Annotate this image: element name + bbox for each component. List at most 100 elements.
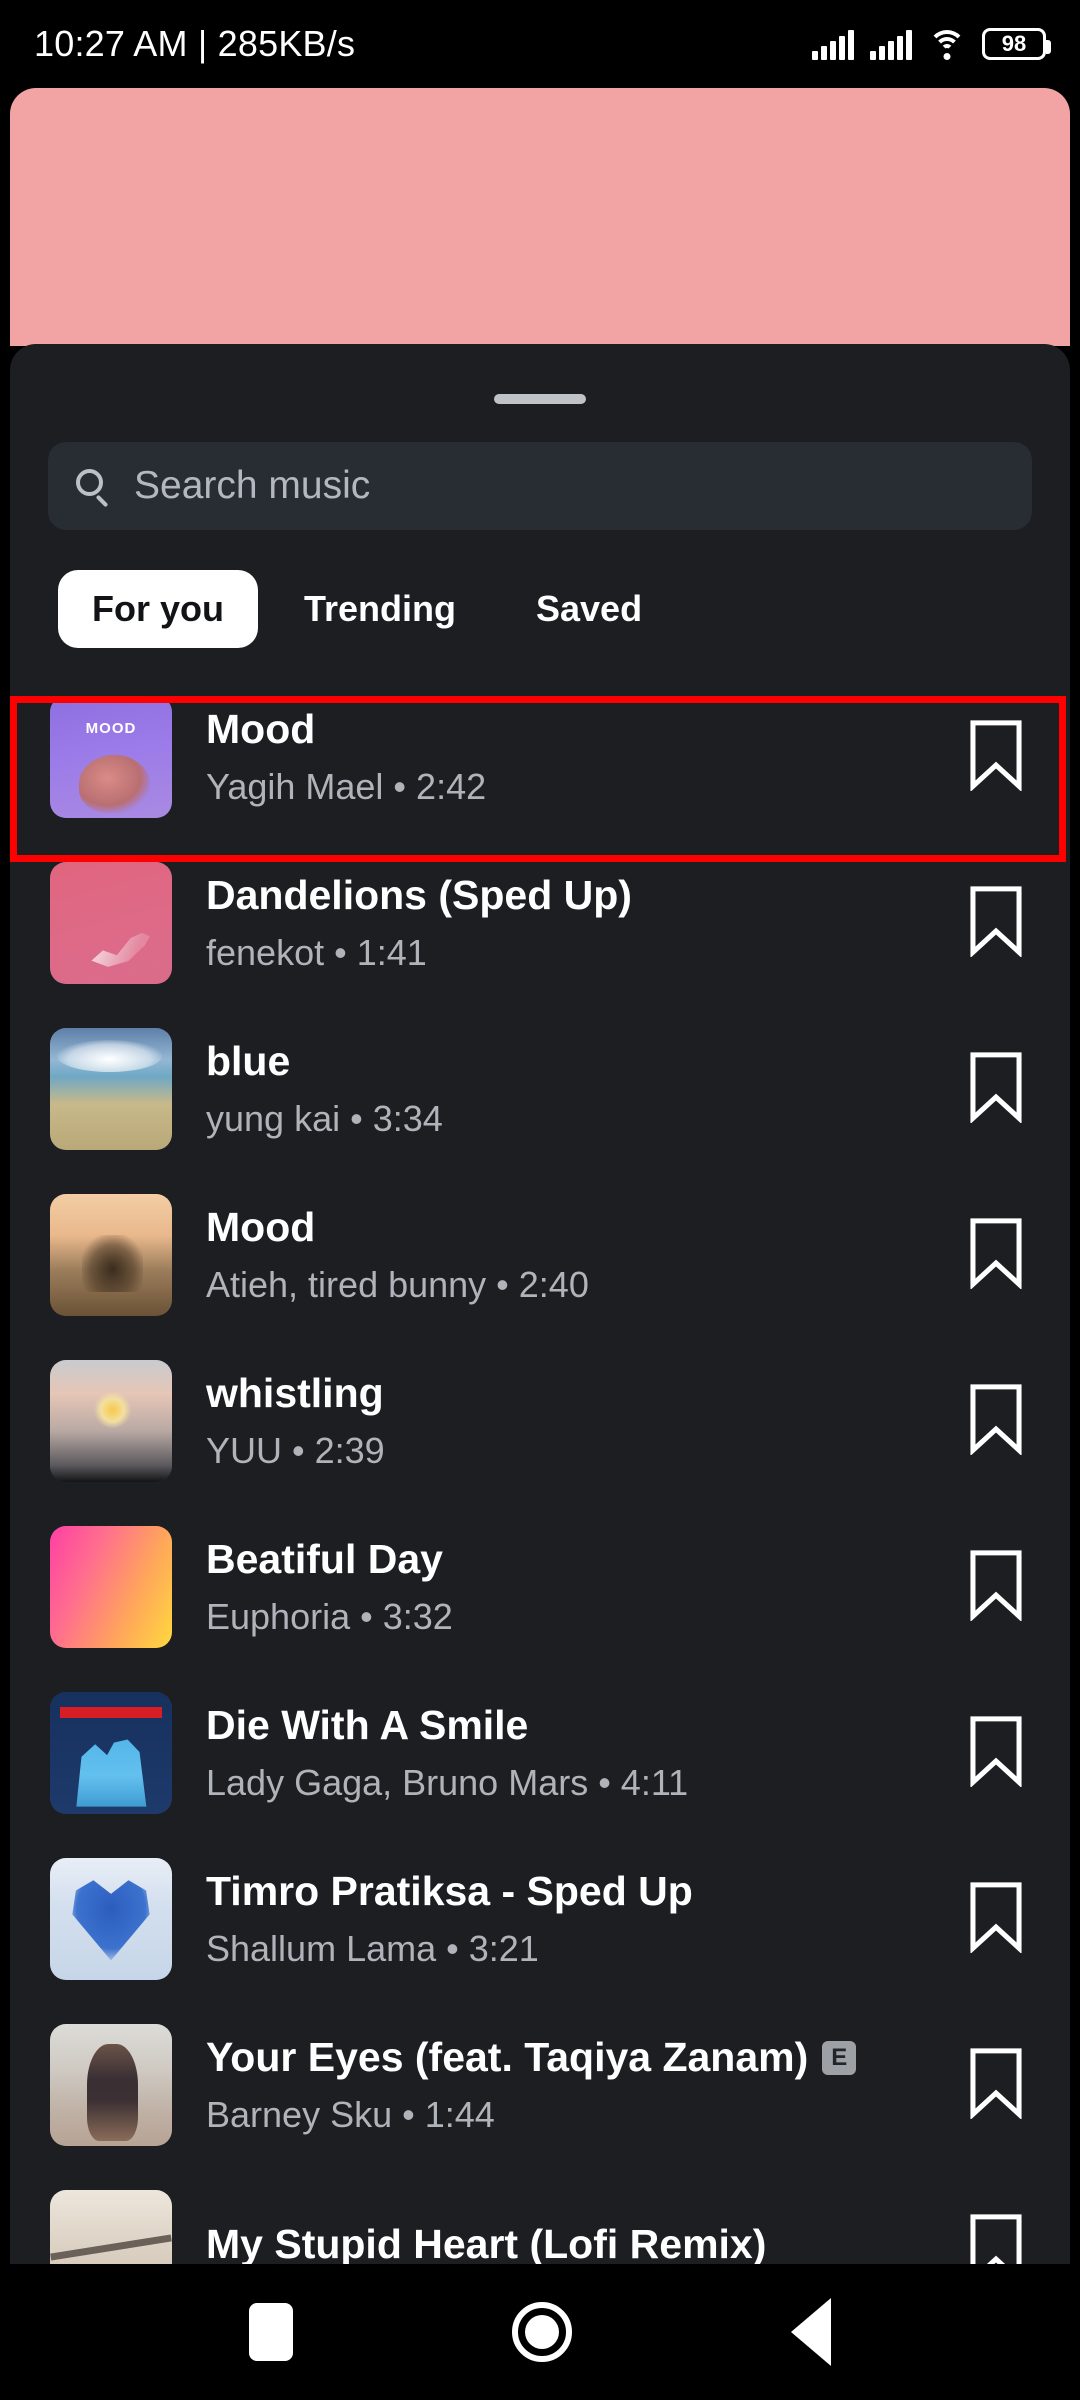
signal-icon bbox=[812, 30, 854, 60]
bookmark-icon bbox=[970, 2047, 1022, 2120]
track-artwork bbox=[50, 1526, 172, 1648]
track-artwork bbox=[50, 1028, 172, 1150]
track-subtitle: Barney Sku • 1:44 bbox=[206, 2093, 495, 2135]
track-title-line: Your Eyes (feat. Taqiya Zanam) E bbox=[206, 2034, 966, 2081]
track-row[interactable]: Dandelions (Sped Up) fenekot • 1:41 bbox=[10, 840, 1070, 1006]
tab-saved[interactable]: Saved bbox=[502, 570, 676, 648]
track-title-line: My Stupid Heart (Lofi Remix) bbox=[206, 2221, 966, 2264]
track-subtitle: Lady Gaga, Bruno Mars • 4:11 bbox=[206, 1761, 689, 1803]
bookmark-button[interactable] bbox=[966, 1715, 1026, 1792]
track-artwork bbox=[50, 1692, 172, 1814]
track-title: Mood bbox=[206, 706, 316, 753]
track-title: My Stupid Heart (Lofi Remix) bbox=[206, 2221, 767, 2264]
signal-icon bbox=[870, 30, 912, 60]
search-icon bbox=[76, 469, 110, 508]
track-artwork bbox=[50, 1360, 172, 1482]
track-title-line: blue bbox=[206, 1038, 966, 1085]
track-artwork bbox=[50, 1858, 172, 1980]
track-row[interactable]: MOOD Mood Yagih Mael • 2:42 bbox=[10, 674, 1070, 840]
bookmark-button[interactable] bbox=[966, 719, 1026, 796]
back-button[interactable] bbox=[790, 2298, 831, 2366]
status-icons: 98 bbox=[812, 28, 1051, 60]
bookmark-button[interactable] bbox=[966, 1881, 1026, 1958]
track-meta: Your Eyes (feat. Taqiya Zanam) E Barney Sk… bbox=[206, 2034, 966, 2135]
bookmark-icon bbox=[970, 2213, 1022, 2264]
track-subtitle: Euphoria • 3:32 bbox=[206, 1595, 453, 1637]
bookmark-icon bbox=[970, 1051, 1022, 1124]
music-bottom-sheet: Search music For you Trending Saved MOOD… bbox=[10, 344, 1070, 2264]
tab-bar: For you Trending Saved bbox=[58, 570, 1070, 648]
sheet-drag-handle[interactable] bbox=[494, 394, 586, 404]
bookmark-button[interactable] bbox=[966, 1051, 1026, 1128]
bookmark-icon bbox=[970, 1715, 1022, 1788]
home-button[interactable] bbox=[511, 2302, 572, 2362]
track-row[interactable]: Timro Pratiksa - Sped Up Shallum Lama • 3… bbox=[10, 1836, 1070, 2002]
track-row[interactable]: whistling YUU • 2:39 bbox=[10, 1338, 1070, 1504]
bookmark-button[interactable] bbox=[966, 2047, 1026, 2124]
track-title-line: Die With A Smile bbox=[206, 1702, 966, 1749]
tab-trending[interactable]: Trending bbox=[270, 570, 490, 648]
track-row[interactable]: Die With A Smile Lady Gaga, Bruno Mars • … bbox=[10, 1670, 1070, 1836]
recents-button[interactable] bbox=[249, 2303, 294, 2361]
track-artwork: MOOD bbox=[50, 696, 172, 818]
bookmark-icon bbox=[970, 1549, 1022, 1622]
android-navigation-bar bbox=[0, 2264, 1080, 2400]
bookmark-icon bbox=[970, 1881, 1022, 1954]
track-title: Your Eyes (feat. Taqiya Zanam) bbox=[206, 2034, 809, 2081]
track-title: Timro Pratiksa - Sped Up bbox=[206, 1868, 693, 1915]
artwork-label: MOOD bbox=[85, 720, 137, 738]
track-list[interactable]: MOOD Mood Yagih Mael • 2:42 Dandelions (Spe… bbox=[10, 674, 1070, 2264]
track-artwork bbox=[50, 2190, 172, 2264]
track-subtitle: YUU • 2:39 bbox=[206, 1429, 385, 1471]
wifi-icon bbox=[928, 30, 966, 60]
track-title-line: Mood bbox=[206, 1204, 966, 1251]
track-meta: whistling YUU • 2:39 bbox=[206, 1370, 966, 1471]
track-title-line: Beatiful Day bbox=[206, 1536, 966, 1583]
track-title-line: Dandelions (Sped Up) bbox=[206, 872, 966, 919]
status-bar: 10:27 AM | 285KB/s 98 bbox=[0, 0, 1080, 88]
track-artwork bbox=[50, 2024, 172, 2146]
track-row[interactable]: My Stupid Heart (Lofi Remix) bbox=[10, 2168, 1070, 2264]
track-title: blue bbox=[206, 1038, 291, 1085]
track-row[interactable]: Beatiful Day Euphoria • 3:32 bbox=[10, 1504, 1070, 1670]
track-subtitle: yung kai • 3:34 bbox=[206, 1097, 443, 1139]
explicit-badge-label: E bbox=[831, 2043, 848, 2071]
track-meta: Die With A Smile Lady Gaga, Bruno Mars • … bbox=[206, 1702, 966, 1803]
track-artwork bbox=[50, 1194, 172, 1316]
bookmark-button[interactable] bbox=[966, 2213, 1026, 2264]
bookmark-button[interactable] bbox=[966, 1217, 1026, 1294]
track-row[interactable]: blue yung kai • 3:34 bbox=[10, 1006, 1070, 1172]
bookmark-button[interactable] bbox=[966, 885, 1026, 962]
explicit-badge: E bbox=[822, 2040, 857, 2075]
track-subtitle: Shallum Lama • 3:21 bbox=[206, 1927, 539, 1969]
track-subtitle: Atieh, tired bunny • 2:40 bbox=[206, 1263, 589, 1305]
track-artwork bbox=[50, 862, 172, 984]
track-meta: Mood Atieh, tired bunny • 2:40 bbox=[206, 1204, 966, 1305]
track-row[interactable]: Mood Atieh, tired bunny • 2:40 bbox=[10, 1172, 1070, 1338]
track-meta: Mood Yagih Mael • 2:42 bbox=[206, 706, 966, 807]
track-subtitle: Yagih Mael • 2:42 bbox=[206, 765, 487, 807]
search-input[interactable]: Search music bbox=[48, 442, 1032, 530]
track-title: whistling bbox=[206, 1370, 384, 1417]
track-meta: Beatiful Day Euphoria • 3:32 bbox=[206, 1536, 966, 1637]
bookmark-icon bbox=[970, 719, 1022, 792]
search-placeholder-label: Search music bbox=[134, 464, 371, 507]
track-subtitle: fenekot • 1:41 bbox=[206, 931, 427, 973]
bookmark-button[interactable] bbox=[966, 1549, 1026, 1626]
track-title: Mood bbox=[206, 1204, 316, 1251]
track-title-line: Mood bbox=[206, 706, 966, 753]
bookmark-icon bbox=[970, 1383, 1022, 1456]
status-time-and-network-speed: 10:27 AM | 285KB/s bbox=[34, 23, 356, 64]
pink-header-panel bbox=[10, 88, 1070, 346]
bookmark-icon bbox=[970, 1217, 1022, 1290]
track-title: Dandelions (Sped Up) bbox=[206, 872, 632, 919]
tab-for-you[interactable]: For you bbox=[58, 570, 258, 648]
bookmark-icon bbox=[970, 885, 1022, 958]
track-meta: Dandelions (Sped Up) fenekot • 1:41 bbox=[206, 872, 966, 973]
bookmark-button[interactable] bbox=[966, 1383, 1026, 1460]
track-title-line: Timro Pratiksa - Sped Up bbox=[206, 1868, 966, 1915]
track-meta: Timro Pratiksa - Sped Up Shallum Lama • 3… bbox=[206, 1868, 966, 1969]
track-row[interactable]: Your Eyes (feat. Taqiya Zanam) E Barney Sk… bbox=[10, 2002, 1070, 2168]
track-title: Beatiful Day bbox=[206, 1536, 443, 1583]
track-title: Die With A Smile bbox=[206, 1702, 529, 1749]
